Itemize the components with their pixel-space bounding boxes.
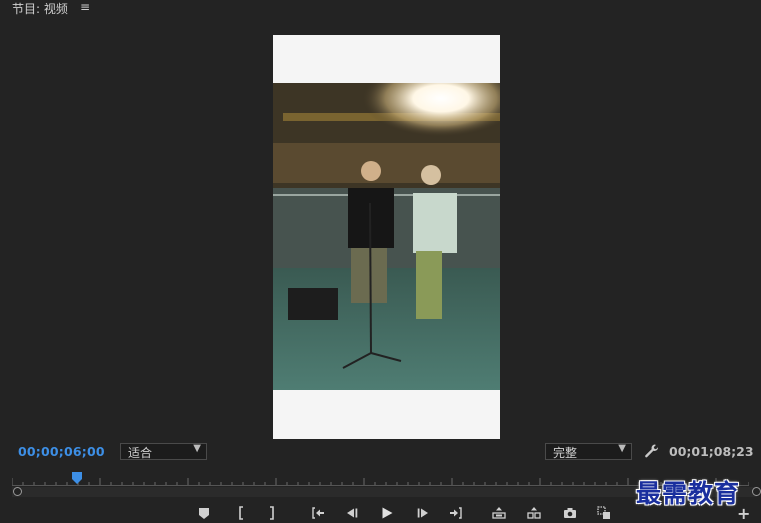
program-monitor-frame (273, 35, 500, 439)
playback-resolution-select[interactable]: 完整 ▼ (545, 443, 632, 460)
go-to-in-icon[interactable] (311, 506, 325, 520)
chevron-down-icon: ▼ (618, 443, 626, 454)
step-forward-icon[interactable] (416, 506, 430, 520)
add-marker-icon[interactable] (197, 506, 211, 520)
extract-icon[interactable] (527, 506, 541, 520)
step-back-icon[interactable] (345, 506, 359, 520)
playhead[interactable] (71, 472, 83, 484)
mark-in-icon[interactable] (234, 506, 248, 520)
zoom-scrollbar-left-handle[interactable] (13, 487, 22, 496)
zoom-level-value: 适合 (128, 446, 153, 460)
watermark-logo: 最需教育 (636, 479, 741, 508)
playback-resolution-value: 完整 (553, 446, 578, 460)
comparison-view-icon[interactable] (597, 506, 611, 520)
camera-icon[interactable] (563, 506, 577, 520)
play-icon[interactable] (380, 506, 394, 520)
panel-title[interactable]: 节目: 视频 (12, 0, 68, 17)
zoom-level-select[interactable]: 适合 ▼ (120, 443, 207, 460)
duration-timecode: 00;01;08;23 (669, 444, 754, 459)
go-to-out-icon[interactable] (449, 506, 463, 520)
panel-header: 节目: 视频 ≡ (0, 0, 761, 16)
playhead-timecode[interactable]: 00;00;06;00 (18, 444, 105, 459)
lift-icon[interactable] (492, 506, 506, 520)
chevron-down-icon: ▼ (193, 443, 201, 454)
wrench-icon[interactable] (644, 443, 660, 459)
zoom-scrollbar-right-handle[interactable] (752, 487, 761, 496)
video-frame (273, 83, 500, 390)
mark-out-icon[interactable] (265, 506, 279, 520)
button-editor-icon[interactable]: + (737, 506, 750, 522)
panel-menu-icon[interactable]: ≡ (80, 0, 90, 14)
